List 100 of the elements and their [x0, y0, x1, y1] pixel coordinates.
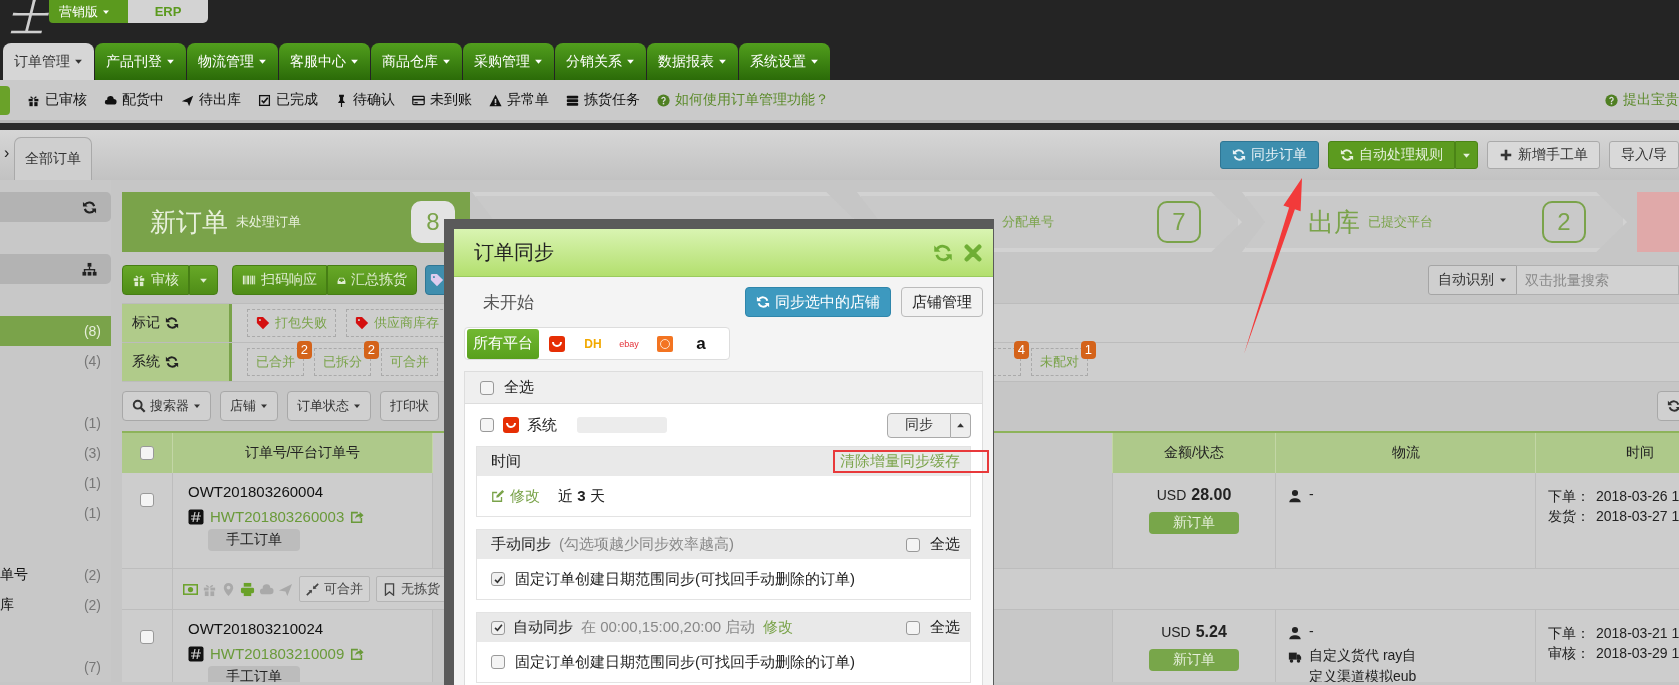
tag-group-label[interactable]: 标记 [122, 304, 232, 342]
action-button[interactable]: 自动处理规则 [1328, 141, 1456, 169]
subnav-link[interactable]: 配货中 [104, 91, 164, 109]
action-button[interactable]: 新增手工单 [1487, 141, 1601, 169]
nav-tab[interactable]: 采购管理 [463, 43, 554, 80]
action-button[interactable]: 同步订单 [1220, 141, 1320, 169]
count-badge: 2 [363, 341, 379, 359]
subnav-link[interactable]: 已完成 [258, 91, 318, 109]
nav-tab[interactable]: 分销关系 [555, 43, 646, 80]
platform-tab[interactable]: 所有平台 [467, 328, 539, 359]
nav-tab[interactable]: 产品刊登 [95, 43, 186, 80]
row-action-button[interactable]: 可合并 [299, 576, 370, 602]
item-count: (2) [83, 567, 101, 583]
subnav-link[interactable]: 已审核 [27, 91, 87, 109]
amount: 28.00 [1191, 486, 1232, 504]
item-count: (3) [83, 445, 101, 461]
edit-link[interactable]: 修改 [491, 486, 540, 506]
amount: 5.24 [1195, 623, 1227, 641]
action-button[interactable]: 导入/导 [1609, 141, 1679, 169]
time-label: 下单： [1548, 487, 1590, 506]
count-box: 2 [1542, 201, 1586, 243]
nav-tab[interactable]: 客服中心 [279, 43, 370, 80]
status-badge: 新订单 [1149, 649, 1239, 671]
nav-tab[interactable]: 物流管理 [187, 43, 278, 80]
order-number: OWT201803210024 [188, 620, 325, 637]
scan-button[interactable]: 扫码响应 [232, 265, 327, 295]
filter-dropdown[interactable]: 打印状 [380, 391, 439, 421]
sidebar-item[interactable]: 库 (2) [0, 590, 111, 620]
sync-button[interactable]: 同步 [887, 412, 951, 438]
filter-dropdown[interactable]: 订单状态 [287, 391, 371, 421]
store-manage-button[interactable]: 店铺管理 [901, 287, 983, 317]
search-mode-dropdown[interactable]: 自动识别 [1428, 265, 1517, 295]
sync-selected-button[interactable]: 同步选中的店铺 [745, 287, 891, 317]
summary-button[interactable]: 汇总拣货 [327, 265, 417, 295]
sidebar-item[interactable]: (4) [0, 346, 111, 376]
status-badge: 新订单 [1149, 512, 1239, 534]
sidebar-item[interactable]: (1) [0, 408, 111, 438]
erp-tab[interactable]: ERP [128, 0, 208, 23]
time-label: 下单： [1548, 624, 1590, 643]
filter-dropdown[interactable]: 店铺 [220, 391, 278, 421]
time-range: 近 3 天 [558, 486, 605, 506]
select-all-label: 全选 [504, 378, 534, 397]
item-count: (4) [83, 353, 101, 369]
review-button[interactable]: 审核 [122, 265, 189, 295]
logo-text: 士 [0, 0, 49, 36]
column-header: 时间 [1626, 444, 1654, 462]
nav-tab[interactable]: 商品仓库 [371, 43, 462, 80]
time-value: 2018-03-26 1 [1596, 487, 1679, 506]
count-badge: 4 [1013, 341, 1029, 359]
column-header: 订单号/平台订单号 [244, 444, 361, 462]
card-subtitle: 分配单号 [1002, 213, 1054, 231]
section-hint: (勾选项越少同步效率越高) [559, 535, 734, 554]
card-title: 新订单 [150, 205, 228, 239]
subnav-link[interactable]: 拣货任务 [566, 91, 640, 109]
sidebar-item[interactable]: (3) [0, 438, 111, 468]
currency: USD [1161, 624, 1191, 640]
filter-dropdown[interactable]: 搜索器 [122, 391, 211, 421]
option-label: 固定订单创建日期范围同步(可找回手动删除的订单) [515, 569, 855, 589]
sync-status: 未开始 [482, 291, 534, 314]
edit-link[interactable]: 修改 [763, 618, 794, 637]
feedback-link[interactable]: 提出宝贵 [1605, 91, 1679, 109]
platform-tab[interactable]: ebay [611, 328, 647, 359]
select-all-label: 全选 [930, 618, 960, 637]
nav-tab[interactable]: 数据报表 [647, 43, 738, 80]
item-label: 库 [0, 596, 14, 614]
tag-group-label[interactable]: 系统 [122, 343, 232, 381]
expand-arrow[interactable]: › [4, 144, 10, 162]
sidebar-item[interactable]: (1) [0, 468, 111, 498]
sidebar-item[interactable]: (7) [0, 652, 111, 682]
section-title: 自动同步 [513, 618, 573, 637]
nav-tab[interactable]: 系统设置 [739, 43, 830, 80]
count-badge: 1 [1080, 341, 1096, 359]
status-card[interactable]: 新订单 未处理订单 8 [122, 192, 470, 252]
help-link[interactable]: 如何使用订单管理功能？ [657, 91, 829, 109]
nav-tab[interactable]: 订单管理 [3, 43, 94, 80]
card-title: 出库 [1308, 205, 1360, 239]
item-count: (8) [83, 323, 101, 339]
sidebar-item[interactable]: (1) [0, 498, 111, 528]
subnav-link[interactable]: 未到账 [412, 91, 472, 109]
currency: USD [1156, 487, 1187, 503]
subnav-link[interactable]: 异常单 [489, 91, 549, 109]
column-header: 金额/状态 [1164, 444, 1224, 462]
clear-cache-link[interactable]: 清除增量同步缓存 [840, 452, 960, 471]
subnav-link[interactable]: 待确认 [335, 91, 395, 109]
sidebar-item[interactable]: (8) [0, 316, 111, 346]
breadcrumb-tab[interactable]: 全部订单 [14, 137, 93, 180]
time-label: 审核： [1548, 644, 1590, 663]
row-action-button[interactable]: 无拣货 [376, 576, 447, 602]
platform-tab[interactable]: a [683, 328, 719, 359]
store-name: 系统 [527, 415, 557, 435]
edition-menu[interactable]: 营销版 [49, 0, 128, 23]
search-field[interactable]: 双击批量搜索 [1517, 265, 1679, 295]
time-label: 发货： [1548, 507, 1590, 526]
time-value: 2018-03-27 1 [1596, 507, 1679, 526]
subnav-link[interactable]: 待出库 [181, 91, 241, 109]
time-value: 2018-03-21 1 [1596, 624, 1679, 643]
dialog-title: 订单同步 [474, 240, 554, 265]
order-type-badge: 手工订单 [208, 529, 300, 551]
sidebar-item[interactable]: 单号 (2) [0, 560, 111, 590]
column-header: 物流 [1391, 444, 1420, 462]
